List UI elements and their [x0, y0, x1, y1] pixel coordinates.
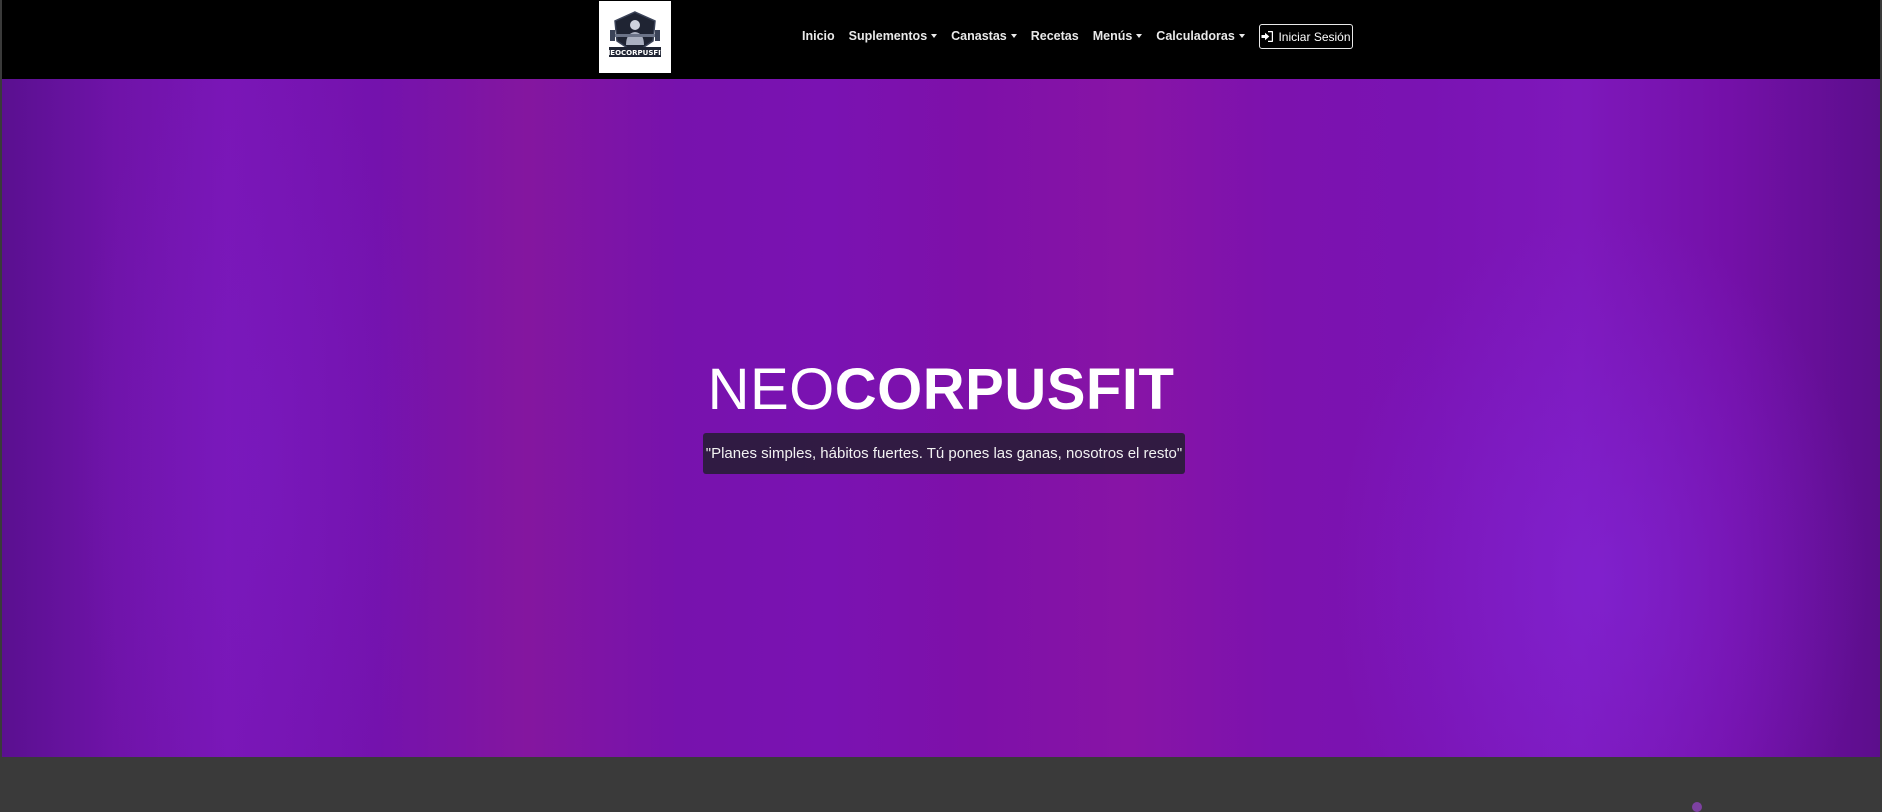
hero-title-light: NEO	[707, 357, 835, 422]
nav-canastas-label: Canastas	[951, 29, 1007, 43]
main-nav: Inicio Suplementos Canastas Recetas Menú…	[802, 26, 1245, 46]
top-navbar: NEOCORPUSFIT Inicio Suplementos Canastas…	[2, 0, 1880, 79]
nav-inicio-label: Inicio	[802, 29, 835, 43]
nav-menus-label: Menús	[1092, 29, 1133, 43]
browser-viewport: NEOCORPUSFIT Inicio Suplementos Canastas…	[2, 0, 1880, 812]
nav-menus-dropdown[interactable]: Menús	[1093, 29, 1143, 43]
svg-text:NEOCORPUSFIT: NEOCORPUSFIT	[605, 49, 665, 57]
hero-tagline-text: "Planes simples, hábitos fuertes. Tú pon…	[705, 445, 1183, 462]
caret-down-icon	[1238, 34, 1245, 38]
nav-canastas-dropdown[interactable]: Canastas	[951, 29, 1017, 43]
hero-tagline: "Planes simples, hábitos fuertes. Tú pon…	[703, 433, 1185, 474]
login-button-label: Iniciar Sesión	[1278, 29, 1351, 44]
bokeh-dot	[1692, 802, 1702, 812]
nav-recetas[interactable]: Recetas	[1031, 29, 1079, 43]
nav-calculadoras-dropdown[interactable]: Calculadoras	[1156, 29, 1245, 43]
nav-suplementos-dropdown[interactable]: Suplementos	[849, 29, 938, 43]
nav-suplementos-label: Suplementos	[848, 29, 928, 43]
caret-down-icon	[1136, 34, 1143, 38]
site-logo[interactable]: NEOCORPUSFIT	[599, 1, 671, 73]
hero-title: NEOCORPUSFIT	[2, 358, 1880, 422]
nav-inicio[interactable]: Inicio	[802, 29, 835, 43]
nav-calculadoras-label: Calculadoras	[1156, 29, 1235, 43]
hero-title-bold: CORPUSFIT	[834, 357, 1175, 422]
nav-recetas-label: Recetas	[1030, 29, 1079, 43]
caret-down-icon	[1010, 34, 1017, 38]
login-button[interactable]: Iniciar Sesión	[1259, 24, 1353, 49]
sign-in-icon	[1261, 31, 1274, 42]
logo-emblem-icon: NEOCORPUSFIT	[605, 7, 665, 67]
caret-down-icon	[931, 34, 938, 38]
